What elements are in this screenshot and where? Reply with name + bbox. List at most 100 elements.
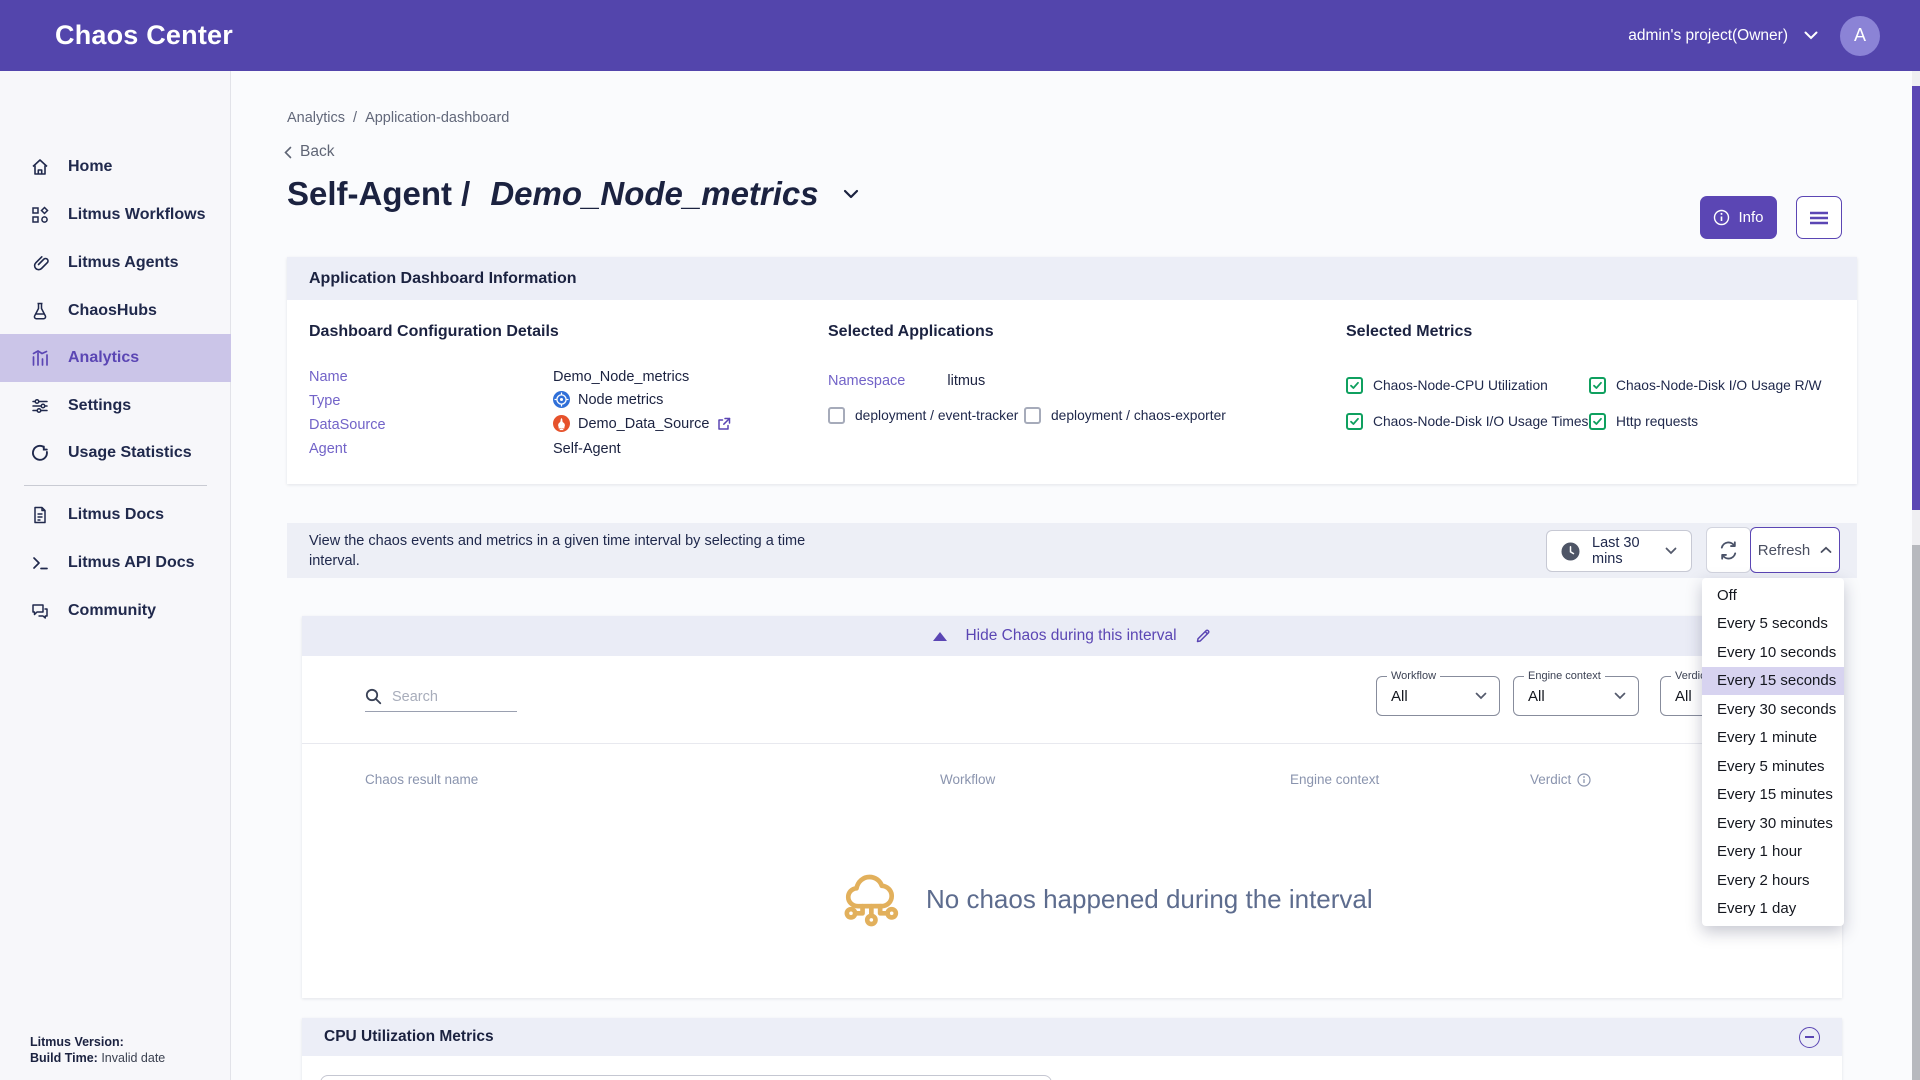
collapse-triangle-icon[interactable] <box>933 632 947 641</box>
chevron-down-icon <box>1475 692 1487 700</box>
scrollbar-track-lower[interactable] <box>1912 545 1920 1080</box>
menu-item-off[interactable]: Off <box>1702 581 1844 610</box>
scrollbar-thumb[interactable] <box>1912 86 1920 510</box>
breadcrumb: Analytics / Application-dashboard <box>287 110 509 126</box>
community-icon <box>30 601 50 621</box>
checkbox-checked[interactable] <box>1346 377 1363 394</box>
namespace-value: litmus <box>947 373 985 389</box>
datasource-label: DataSource <box>309 417 386 433</box>
menu-item-every-1-hour[interactable]: Every 1 hour <box>1702 838 1844 867</box>
column-chaos-result-name: Chaos result name <box>365 772 478 787</box>
menu-item-every-5-minutes[interactable]: Every 5 minutes <box>1702 752 1844 781</box>
app-checkbox-event-tracker[interactable]: deployment / event-tracker <box>828 407 1018 424</box>
build-time-label: Build Time: <box>30 1051 98 1065</box>
sidebar-item-litmus-docs[interactable]: Litmus Docs <box>0 491 231 539</box>
menu-item-every-30-seconds[interactable]: Every 30 seconds <box>1702 695 1844 724</box>
metric-checkbox-http[interactable]: Http requests <box>1589 413 1698 430</box>
menu-item-every-1-day[interactable]: Every 1 day <box>1702 895 1844 924</box>
page-title-agent: Self-Agent / <box>287 175 470 213</box>
chevron-down-icon <box>843 189 859 199</box>
empty-state-message: No chaos happened during the interval <box>926 884 1373 915</box>
dashboard-switcher-chevron[interactable] <box>843 189 859 199</box>
metric-checkbox-disk-rw[interactable]: Chaos-Node-Disk I/O Usage R/W <box>1589 377 1821 394</box>
chaos-toggle-header: Hide Chaos during this interval <box>302 616 1842 656</box>
collapse-minus-icon[interactable] <box>1799 1027 1820 1048</box>
avatar[interactable]: A <box>1840 16 1880 56</box>
chevron-up-icon <box>1820 546 1832 554</box>
build-time-value: Invalid date <box>101 1051 165 1065</box>
divider <box>302 743 1842 744</box>
sidebar-divider <box>24 485 207 486</box>
app-title: Chaos Center <box>55 20 233 51</box>
chaos-results-card: Hide Chaos during this interval Workflow… <box>302 616 1842 998</box>
external-link-icon[interactable] <box>717 417 731 431</box>
checkbox-checked[interactable] <box>1589 413 1606 430</box>
sidebar-item-litmus-agents[interactable]: Litmus Agents <box>0 239 231 287</box>
cpu-chart-panel <box>320 1075 1052 1080</box>
workflow-filter-label: Workflow <box>1387 670 1440 682</box>
menu-item-every-10-seconds[interactable]: Every 10 seconds <box>1702 638 1844 667</box>
sidebar-item-usage-statistics[interactable]: Usage Statistics <box>0 429 231 477</box>
usage-icon <box>30 443 50 463</box>
engine-context-filter-value: All <box>1528 688 1614 705</box>
breadcrumb-separator: / <box>353 110 357 126</box>
search-field[interactable] <box>365 688 517 712</box>
info-circle-icon[interactable] <box>1577 773 1591 787</box>
sidebar-item-litmus-api-docs[interactable]: Litmus API Docs <box>0 539 231 587</box>
chaos-center-app: Chaos Center admin's project(Owner) A Ho… <box>0 0 1920 1080</box>
datasource-value: Demo_Data_Source <box>553 415 731 432</box>
refresh-interval-dropdown[interactable]: Refresh <box>1750 527 1840 573</box>
sidebar-item-community[interactable]: Community <box>0 587 231 635</box>
chevron-down-icon <box>1804 31 1818 40</box>
cpu-section-header: CPU Utilization Metrics <box>302 1018 1842 1056</box>
metric-checkbox-disk-times[interactable]: Chaos-Node-Disk I/O Usage Times <box>1346 413 1588 430</box>
namespace-label: Namespace <box>828 373 905 389</box>
metric-checkbox-cpu[interactable]: Chaos-Node-CPU Utilization <box>1346 377 1548 394</box>
name-label: Name <box>309 369 348 385</box>
refresh-now-button[interactable] <box>1706 527 1751 573</box>
analytics-icon <box>30 348 50 368</box>
cpu-utilization-card: CPU Utilization Metrics <box>302 1018 1842 1080</box>
sidebar-item-analytics[interactable]: Analytics <box>0 334 231 382</box>
hide-chaos-toggle[interactable]: Hide Chaos during this interval <box>965 627 1176 645</box>
search-icon <box>365 688 382 705</box>
dashboard-info-panel: Application Dashboard Information Dashbo… <box>287 257 1857 484</box>
sidebar-item-litmus-workflows[interactable]: Litmus Workflows <box>0 191 231 239</box>
breadcrumb-application-dashboard: Application-dashboard <box>365 110 509 126</box>
app-header: Chaos Center admin's project(Owner) A <box>0 0 1920 71</box>
engine-context-filter-label: Engine context <box>1524 670 1605 682</box>
time-range-select[interactable]: Last 30 mins <box>1546 530 1692 572</box>
engine-context-filter[interactable]: Engine context All <box>1513 676 1639 716</box>
menu-item-every-15-seconds[interactable]: Every 15 seconds <box>1702 667 1844 696</box>
menu-item-every-2-hours[interactable]: Every 2 hours <box>1702 866 1844 895</box>
back-button[interactable]: Back <box>284 143 334 161</box>
search-input[interactable] <box>392 689 502 705</box>
menu-item-every-15-minutes[interactable]: Every 15 minutes <box>1702 781 1844 810</box>
menu-item-every-1-minute[interactable]: Every 1 minute <box>1702 724 1844 753</box>
edit-pencil-icon[interactable] <box>1195 628 1211 644</box>
sidebar-item-chaoshubs[interactable]: ChaosHubs <box>0 287 231 335</box>
menu-item-every-5-seconds[interactable]: Every 5 seconds <box>1702 610 1844 639</box>
workflow-filter[interactable]: Workflow All <box>1376 676 1500 716</box>
namespace-row: Namespace litmus <box>828 373 985 389</box>
refresh-interval-menu: Off Every 5 seconds Every 10 seconds Eve… <box>1702 578 1844 926</box>
checkbox-checked[interactable] <box>1589 377 1606 394</box>
name-value: Demo_Node_metrics <box>553 369 689 385</box>
menu-item-every-30-minutes[interactable]: Every 30 minutes <box>1702 809 1844 838</box>
info-button[interactable]: Info <box>1700 196 1777 239</box>
checkbox-checked[interactable] <box>1346 413 1363 430</box>
checkbox-unchecked[interactable] <box>1024 407 1041 424</box>
breadcrumb-analytics[interactable]: Analytics <box>287 110 345 126</box>
sidebar-item-settings[interactable]: Settings <box>0 382 231 430</box>
project-selector-label: admin's project(Owner) <box>1628 27 1788 45</box>
app-checkbox-chaos-exporter[interactable]: deployment / chaos-exporter <box>1024 407 1226 424</box>
empty-state: No chaos happened during the interval <box>840 866 1373 932</box>
checkbox-unchecked[interactable] <box>828 407 845 424</box>
interval-description: View the chaos events and metrics in a g… <box>309 531 849 571</box>
dashboard-options-button[interactable] <box>1796 196 1842 239</box>
type-label: Type <box>309 393 340 409</box>
hamburger-icon <box>1809 211 1829 225</box>
sidebar-item-home[interactable]: Home <box>0 143 231 191</box>
project-selector[interactable]: admin's project(Owner) <box>1628 27 1818 45</box>
clock-icon <box>1561 542 1580 561</box>
